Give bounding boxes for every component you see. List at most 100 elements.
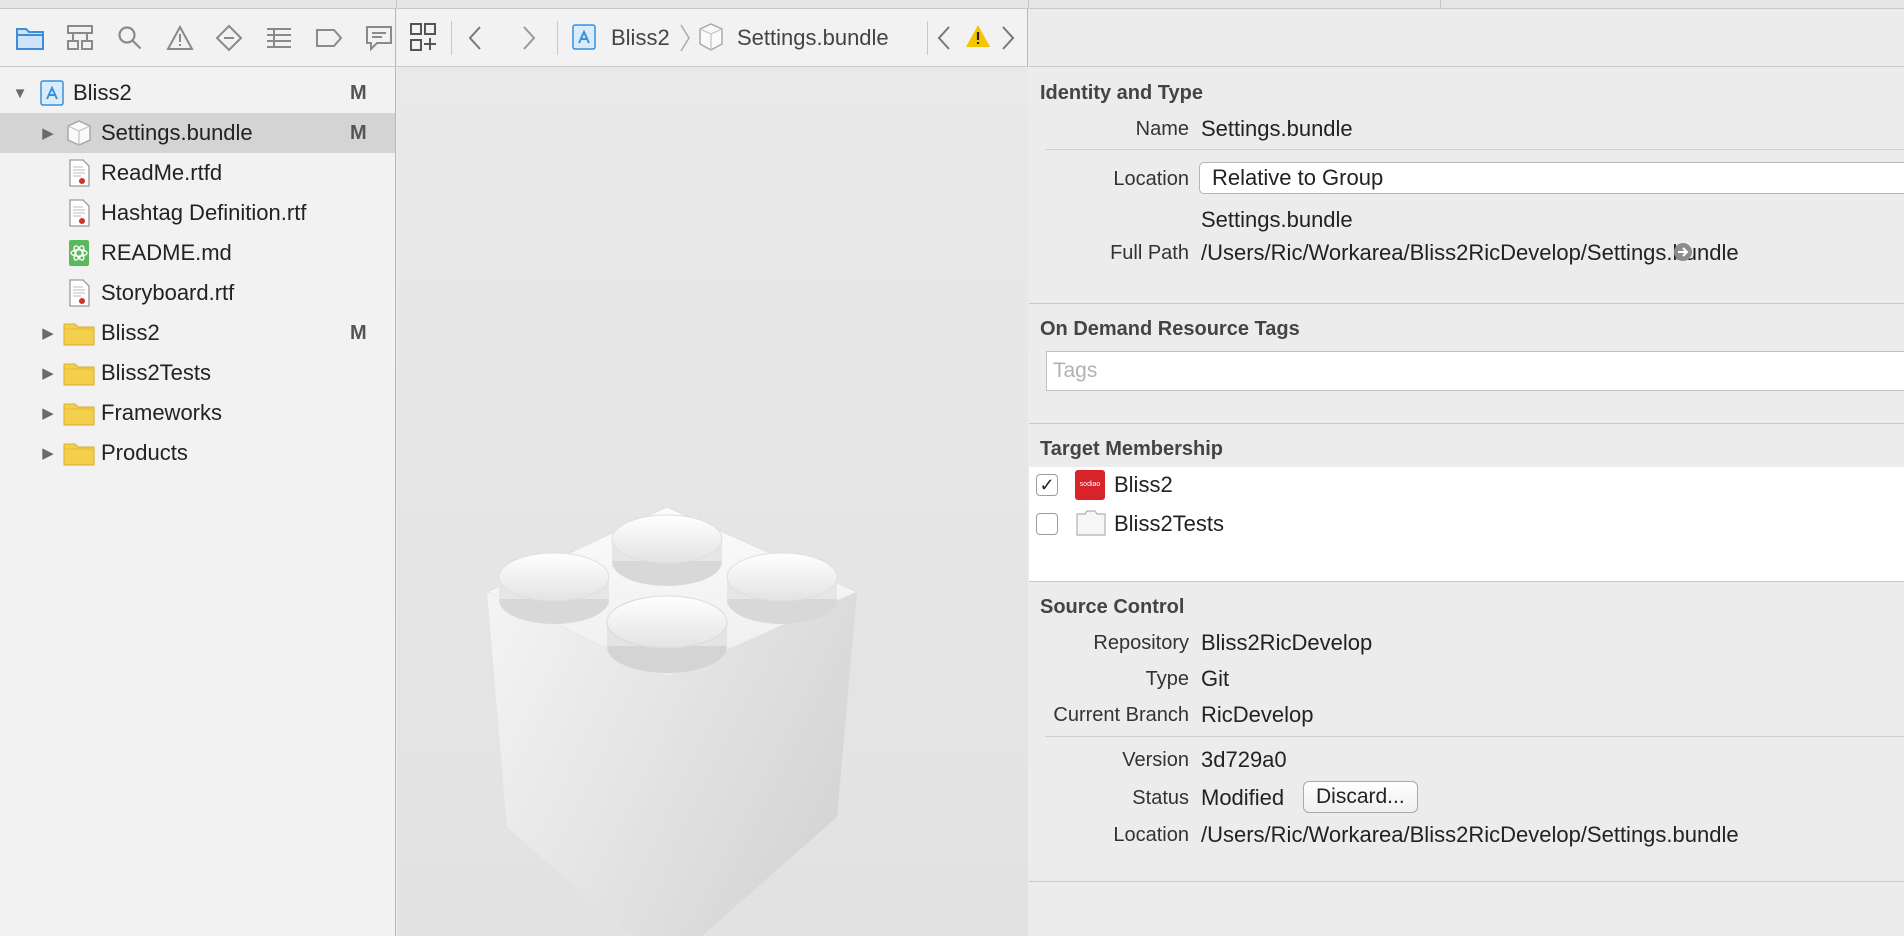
related-items-grid-icon[interactable] xyxy=(409,22,437,58)
rtf-document-icon xyxy=(65,279,93,307)
disclosure-closed-icon[interactable]: ▶ xyxy=(38,323,58,343)
search-icon[interactable] xyxy=(114,22,146,54)
divider xyxy=(1045,736,1904,737)
breadcrumb-project[interactable]: Bliss2 xyxy=(611,25,670,51)
lego-brick-bundle-icon xyxy=(487,506,859,936)
inspector-header xyxy=(1029,9,1904,67)
tree-item-label: Products xyxy=(101,440,188,465)
folder-icon[interactable] xyxy=(14,22,46,54)
location-label: Location xyxy=(1113,168,1189,190)
test-diamond-icon[interactable] xyxy=(214,22,246,54)
type-value: Git xyxy=(1201,666,1230,691)
tree-row-bliss2tests-folder[interactable]: ▶ Bliss2Tests xyxy=(0,353,395,393)
repository-label: Repository xyxy=(1093,632,1189,654)
window-top-strip xyxy=(0,0,1904,9)
next-issue-chevron-icon[interactable] xyxy=(1001,25,1015,57)
location-file-value: Settings.bundle xyxy=(1201,207,1353,232)
project-row[interactable]: ▼ Bliss2 M xyxy=(0,73,395,113)
rtf-document-icon xyxy=(65,199,93,227)
project-icon xyxy=(571,23,597,57)
tree-item-label: ReadMe.rtfd xyxy=(101,160,223,185)
forward-chevron-icon[interactable] xyxy=(521,25,537,57)
source-control-section: Source Control Repository Bliss2RicDevel… xyxy=(1029,581,1904,881)
version-value: 3d729a0 xyxy=(1201,747,1287,772)
divider xyxy=(1045,149,1904,150)
scm-modified-badge: M xyxy=(350,321,367,344)
tree-item-label: README.md xyxy=(101,240,232,265)
branch-value: RicDevelop xyxy=(1201,702,1314,727)
markdown-atom-icon xyxy=(65,239,93,267)
tree-item-label: Frameworks xyxy=(101,400,223,425)
breadcrumb-separator-icon xyxy=(679,23,691,59)
bundle-preview xyxy=(397,67,1028,936)
tree-row-products-folder[interactable]: ▶ Products xyxy=(0,433,395,473)
tree-row-readme-md[interactable]: README.md xyxy=(0,233,395,273)
test-bundle-icon xyxy=(1075,509,1107,543)
target-checkbox-bliss2tests[interactable] xyxy=(1036,513,1058,535)
tree-item-label: Hashtag Definition.rtf xyxy=(101,200,307,225)
location-popup[interactable]: Relative to Group xyxy=(1199,162,1904,194)
editor-area: Bliss2 Settings.bundle xyxy=(397,9,1028,936)
folder-icon xyxy=(63,439,95,467)
status-label: Status xyxy=(1132,787,1189,809)
disclosure-closed-icon[interactable]: ▶ xyxy=(38,363,58,383)
project-icon xyxy=(38,79,66,107)
project-navigator: ▼ Bliss2 M ▶ Settings.bundle M ReadMe.rt… xyxy=(0,9,396,936)
breadcrumb-file[interactable]: Settings.bundle xyxy=(737,25,889,51)
type-label: Type xyxy=(1145,668,1189,690)
tree-row-frameworks-folder[interactable]: ▶ Frameworks xyxy=(0,393,395,433)
tree-row-bliss2-folder[interactable]: ▶ Bliss2 M xyxy=(0,313,395,353)
section-title: On Demand Resource Tags xyxy=(1040,318,1300,340)
reveal-arrow-icon[interactable] xyxy=(1673,242,1693,268)
disclosure-closed-icon[interactable]: ▶ xyxy=(38,443,58,463)
discard-button[interactable]: Discard... xyxy=(1303,781,1418,813)
tags-field[interactable]: Tags xyxy=(1046,351,1904,391)
inspector-empty-area xyxy=(1029,881,1904,936)
full-path-value: /Users/Ric/Workarea/Bliss2RicDevelop/Set… xyxy=(1201,240,1739,265)
hierarchy-icon[interactable] xyxy=(64,22,96,54)
tree-row-readme-rtfd[interactable]: ReadMe.rtfd xyxy=(0,153,395,193)
tree-row-settings-bundle[interactable]: ▶ Settings.bundle M xyxy=(0,113,395,153)
scm-modified-badge: M xyxy=(350,121,367,144)
scm-location-label: Location xyxy=(1113,824,1189,846)
target-list: ✓ sodiao Bliss2 Bliss2Tests xyxy=(1029,467,1904,581)
bundle-icon xyxy=(65,119,93,147)
debug-list-icon[interactable] xyxy=(263,22,295,54)
back-chevron-icon[interactable] xyxy=(467,25,483,57)
repository-value: Bliss2RicDevelop xyxy=(1201,630,1373,655)
file-tree: ▼ Bliss2 M ▶ Settings.bundle M ReadMe.rt… xyxy=(0,67,395,473)
target-checkbox-bliss2[interactable]: ✓ xyxy=(1036,474,1058,496)
identity-section: Identity and Type Name Settings.bundle L… xyxy=(1029,67,1904,303)
resource-tags-section: On Demand Resource Tags Tags xyxy=(1029,303,1904,423)
bundle-icon xyxy=(697,22,725,58)
name-value[interactable]: Settings.bundle xyxy=(1201,116,1353,142)
disclosure-open-icon[interactable]: ▼ xyxy=(10,83,30,103)
file-inspector: Identity and Type Name Settings.bundle L… xyxy=(1029,9,1904,936)
navigator-toolbar xyxy=(0,9,395,67)
warning-triangle-icon[interactable] xyxy=(164,22,196,54)
tree-item-label: Settings.bundle xyxy=(101,120,253,145)
branch-label: Current Branch xyxy=(1053,704,1189,726)
scm-modified-badge: M xyxy=(350,81,367,104)
disclosure-closed-icon[interactable]: ▶ xyxy=(38,123,58,143)
breakpoint-icon[interactable] xyxy=(313,22,345,54)
disclosure-closed-icon[interactable]: ▶ xyxy=(38,403,58,423)
tree-row-hashtag-definition[interactable]: Hashtag Definition.rtf xyxy=(0,193,395,233)
warning-icon[interactable] xyxy=(965,24,991,54)
target-membership-section: Target Membership ✓ sodiao Bliss2 Bliss2… xyxy=(1029,423,1904,581)
previous-issue-chevron-icon[interactable] xyxy=(937,25,951,57)
app-target-icon: sodiao xyxy=(1075,470,1105,500)
name-label: Name xyxy=(1135,118,1189,140)
section-title: Source Control xyxy=(1040,596,1185,618)
scm-location-value: /Users/Ric/Workarea/Bliss2RicDevelop/Set… xyxy=(1201,822,1739,847)
folder-icon xyxy=(63,359,95,387)
tree-item-label: Bliss2 xyxy=(101,320,160,345)
report-bubble-icon[interactable] xyxy=(363,22,395,54)
target-name: Bliss2Tests xyxy=(1114,511,1225,536)
tree-row-storyboard-rtf[interactable]: Storyboard.rtf xyxy=(0,273,395,313)
version-label: Version xyxy=(1122,749,1189,771)
target-name: Bliss2 xyxy=(1114,472,1173,497)
full-path-label: Full Path xyxy=(1110,242,1189,264)
folder-icon xyxy=(63,399,95,427)
tree-item-label: Bliss2Tests xyxy=(101,360,212,385)
